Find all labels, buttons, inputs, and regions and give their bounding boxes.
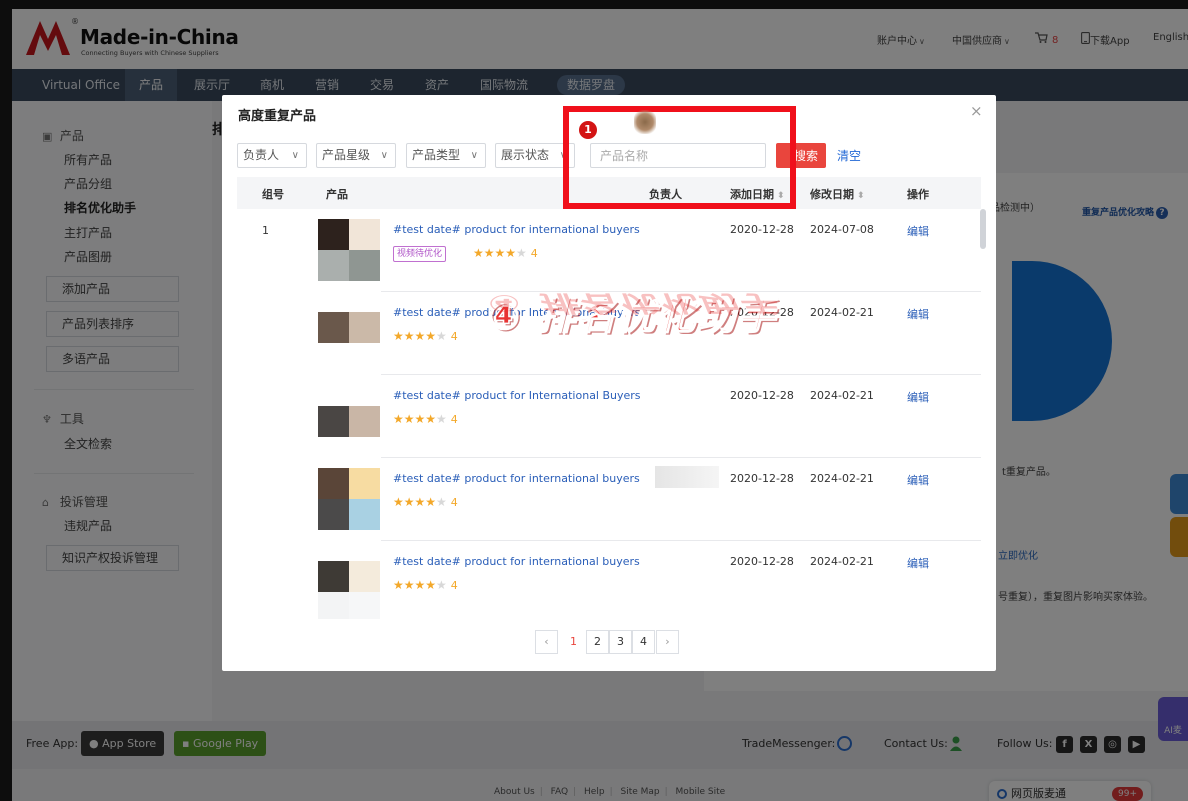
tutorial-watermark-reflection: ④ 排名优化助手: [488, 290, 778, 317]
edit-button[interactable]: 编辑: [907, 555, 929, 571]
close-icon[interactable]: ×: [970, 102, 983, 120]
owner-filter-select[interactable]: 负责人 ∨: [237, 143, 307, 168]
star-rating: ★★★★★ 4: [393, 578, 458, 592]
group-number: 1: [262, 224, 269, 237]
product-title-link[interactable]: #test date# product for international bu…: [393, 223, 640, 236]
star-rating: ★★★★★ 4: [393, 495, 458, 509]
clear-button[interactable]: 清空: [837, 147, 861, 164]
product-type-filter-select[interactable]: 产品类型 ∨: [406, 143, 486, 168]
table-row: #test date# product for International Bu…: [237, 375, 981, 458]
status-filter-label: 展示状态: [501, 148, 550, 162]
edit-button[interactable]: 编辑: [907, 389, 929, 405]
table-body: 1 #test date# product for international …: [237, 209, 981, 619]
modal-title: 高度重复产品: [238, 109, 317, 124]
rating-score: 4: [450, 579, 458, 592]
add-date: 2020-12-28: [730, 555, 794, 568]
rating-score: 4: [450, 330, 458, 343]
chevron-down-icon: ∨: [291, 150, 299, 161]
edit-button[interactable]: 编辑: [907, 223, 929, 239]
tutorial-step-marker: 1: [579, 121, 597, 139]
col-group: 组号: [262, 188, 284, 201]
modify-date: 2024-02-21: [810, 306, 874, 319]
page-1-button[interactable]: 1: [562, 630, 585, 654]
star-filter-label: 产品星级: [322, 148, 371, 162]
col-mod-date[interactable]: 修改日期 ⬍: [810, 186, 865, 202]
product-title-link[interactable]: #test date# product for International Bu…: [393, 389, 641, 402]
product-title-link[interactable]: #test date# product for international bu…: [393, 472, 640, 485]
product-thumbnail[interactable]: [318, 312, 380, 343]
modify-date: 2024-07-08: [810, 223, 874, 236]
chevron-down-icon: ∨: [380, 150, 388, 161]
chevron-down-icon: ∨: [470, 150, 478, 161]
table-scrollbar[interactable]: [980, 209, 986, 249]
modify-date: 2024-02-21: [810, 472, 874, 485]
modify-date: 2024-02-21: [810, 389, 874, 402]
col-action: 操作: [907, 188, 929, 201]
table-row: #test date# product for international bu…: [237, 541, 981, 619]
star-rating: ★★★★★ 4: [393, 412, 458, 426]
rating-score: 4: [530, 247, 538, 260]
product-title-link[interactable]: #test date# product for international bu…: [393, 555, 640, 568]
page-2-button[interactable]: 2: [586, 630, 609, 654]
add-date: 2020-12-28: [730, 223, 794, 236]
video-optimize-tag: 视频待优化: [393, 246, 447, 262]
prev-page-button[interactable]: ‹: [535, 630, 558, 654]
next-page-button[interactable]: ›: [656, 630, 679, 654]
tutorial-highlight-box: [563, 106, 796, 209]
blurred-cursor-mark: [634, 110, 656, 134]
mod-date-label: 修改日期: [810, 188, 854, 201]
add-date: 2020-12-28: [730, 472, 794, 485]
owner-avatar-blurred: [655, 466, 719, 488]
product-thumbnail[interactable]: [318, 561, 380, 619]
edit-button[interactable]: 编辑: [907, 472, 929, 488]
rating-score: 4: [450, 496, 458, 509]
type-filter-label: 产品类型: [412, 148, 461, 162]
product-thumbnail[interactable]: [318, 406, 380, 437]
add-date: 2020-12-28: [730, 389, 794, 402]
sort-icon: ⬍: [857, 191, 865, 201]
star-rating: ★★★★★ 4: [473, 246, 538, 260]
page-3-button[interactable]: 3: [609, 630, 632, 654]
product-thumbnail[interactable]: [318, 219, 380, 281]
table-row: 1 #test date# product for international …: [237, 209, 981, 292]
owner-filter-label: 负责人: [243, 148, 280, 162]
edit-button[interactable]: 编辑: [907, 306, 929, 322]
col-product: 产品: [326, 188, 348, 201]
table-row: #test date# product for international bu…: [237, 458, 981, 541]
modify-date: 2024-02-21: [810, 555, 874, 568]
page-4-button[interactable]: 4: [632, 630, 655, 654]
rating-score: 4: [450, 413, 458, 426]
product-thumbnail[interactable]: [318, 468, 380, 530]
star-rating: ★★★★★ 4: [393, 329, 458, 343]
star-level-filter-select[interactable]: 产品星级 ∨: [316, 143, 396, 168]
